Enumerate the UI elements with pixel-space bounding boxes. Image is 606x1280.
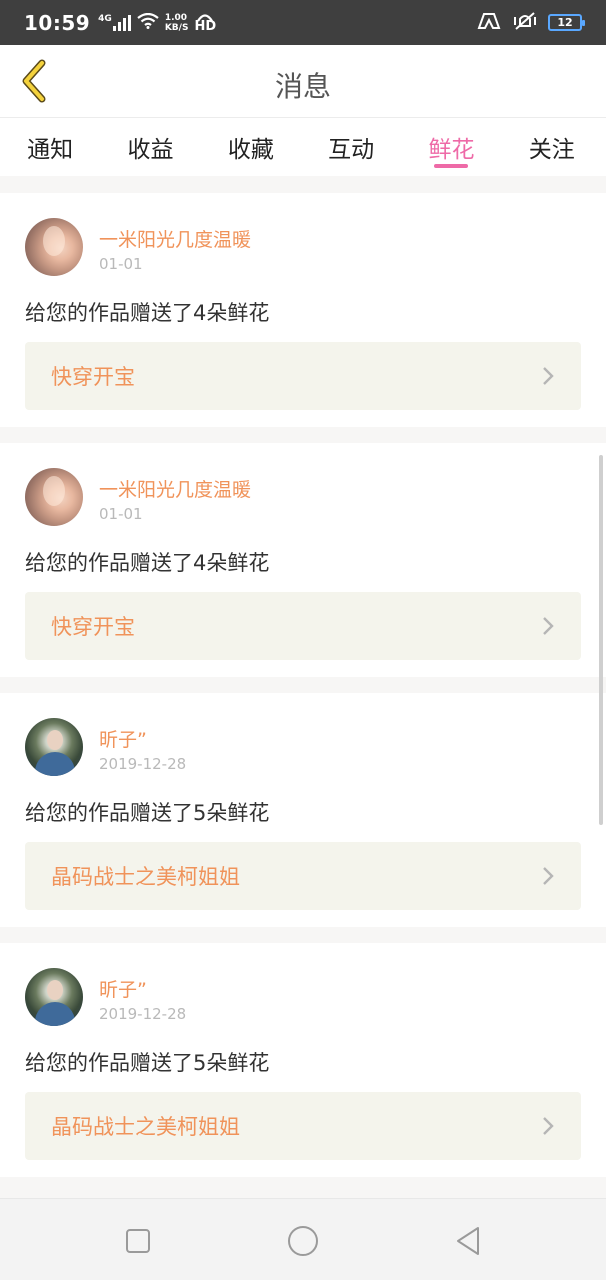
- tab-label: 收藏: [227, 137, 274, 163]
- tab-bar: 通知 收益 收藏 互动 鲜花 关注: [0, 118, 606, 176]
- username[interactable]: 昕子”: [99, 725, 147, 752]
- message-date: 01-01: [99, 505, 143, 523]
- username[interactable]: 昕子”: [99, 975, 147, 1002]
- tab-label: 关注: [528, 137, 575, 163]
- message-date: 2019-12-28: [99, 755, 187, 773]
- work-link[interactable]: 快穿开宝: [25, 592, 581, 660]
- work-title: 快穿开宝: [51, 365, 135, 389]
- active-tab-indicator: [434, 164, 469, 168]
- status-left-icons: 4G 1.00 KB/S HD: [98, 12, 217, 34]
- circle-icon: [288, 1226, 318, 1256]
- triangle-back-icon: [457, 1227, 479, 1255]
- status-time: 10:59: [24, 10, 91, 35]
- game-mode-icon: [476, 11, 502, 35]
- message-text: 给您的作品赠送了5朵鲜花: [25, 801, 270, 825]
- message-text: 给您的作品赠送了4朵鲜花: [25, 551, 270, 575]
- back-nav-button[interactable]: [448, 1221, 488, 1261]
- message-date: 01-01: [99, 255, 143, 273]
- network-speed: 1.00 KB/S: [165, 13, 189, 33]
- hd-call-icon: HD: [194, 13, 217, 34]
- avatar[interactable]: [25, 718, 83, 776]
- chevron-right-icon: [541, 616, 555, 636]
- recents-button[interactable]: [118, 1221, 158, 1261]
- work-link[interactable]: 晶码战士之美柯姐姐: [25, 842, 581, 910]
- tab-label: 互动: [328, 137, 375, 163]
- speed-value: 1.00: [164, 12, 188, 23]
- message-text: 给您的作品赠送了4朵鲜花: [25, 301, 270, 325]
- message-text: 给您的作品赠送了5朵鲜花: [25, 1051, 270, 1075]
- tab-flowers[interactable]: 鲜花: [401, 118, 501, 176]
- system-nav-bar: [0, 1198, 606, 1280]
- tab-earnings[interactable]: 收益: [100, 118, 200, 176]
- header: 消息: [0, 45, 606, 118]
- work-link[interactable]: 晶码战士之美柯姐姐: [25, 1092, 581, 1160]
- home-button[interactable]: [283, 1221, 323, 1261]
- scrollbar[interactable]: [599, 455, 603, 825]
- list-item: 一米阳光几度温暖 01-01 给您的作品赠送了4朵鲜花 快穿开宝: [0, 443, 606, 677]
- username[interactable]: 一米阳光几度温暖: [99, 225, 251, 252]
- list-item: 一米阳光几度温暖 01-01 给您的作品赠送了4朵鲜花 快穿开宝: [0, 193, 606, 427]
- signal-icon: 4G: [98, 13, 131, 31]
- tab-interactions[interactable]: 互动: [301, 118, 401, 176]
- hd-label: HD: [194, 18, 217, 34]
- message-list[interactable]: 一米阳光几度温暖 01-01 给您的作品赠送了4朵鲜花 快穿开宝 一米阳光几度温…: [0, 176, 606, 1194]
- tab-following[interactable]: 关注: [502, 118, 602, 176]
- page-title: 消息: [274, 70, 331, 103]
- work-title: 晶码战士之美柯姐姐: [51, 1115, 240, 1139]
- work-title: 快穿开宝: [51, 615, 135, 639]
- work-link[interactable]: 快穿开宝: [25, 342, 581, 410]
- avatar[interactable]: [25, 468, 83, 526]
- tab-favorites[interactable]: 收藏: [201, 118, 301, 176]
- list-item: 昕子” 2019-12-28 给您的作品赠送了5朵鲜花 晶码战士之美柯姐姐: [0, 943, 606, 1177]
- tab-label: 鲜花: [428, 137, 475, 163]
- square-icon: [126, 1229, 150, 1253]
- list-item: 昕子” 2019-12-28 给您的作品赠送了5朵鲜花 晶码战士之美柯姐姐: [0, 693, 606, 927]
- avatar[interactable]: [25, 968, 83, 1026]
- speed-unit: KB/S: [164, 22, 189, 33]
- network-type: 4G: [98, 13, 112, 24]
- status-bar: 10:59 4G 1.00 KB/S HD 12: [0, 0, 606, 45]
- work-title: 晶码战士之美柯姐姐: [51, 865, 240, 889]
- wifi-icon: [137, 12, 159, 33]
- status-right-icons: 12: [476, 11, 585, 35]
- chevron-right-icon: [541, 366, 555, 386]
- message-date: 2019-12-28: [99, 1005, 187, 1023]
- chevron-right-icon: [541, 866, 555, 886]
- username[interactable]: 一米阳光几度温暖: [99, 475, 251, 502]
- vibrate-icon: [512, 11, 538, 35]
- battery-indicator: 12: [548, 14, 585, 31]
- avatar[interactable]: [25, 218, 83, 276]
- tab-label: 通知: [27, 137, 74, 163]
- tab-notifications[interactable]: 通知: [0, 118, 100, 176]
- chevron-right-icon: [541, 1116, 555, 1136]
- tab-label: 收益: [127, 137, 174, 163]
